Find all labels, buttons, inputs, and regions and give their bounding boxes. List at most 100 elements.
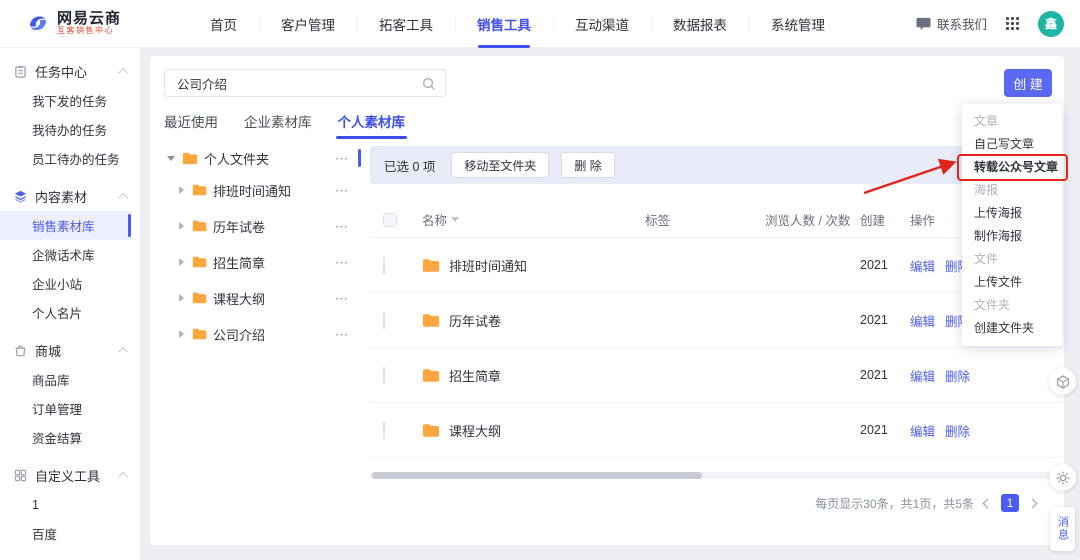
widget-cube-button[interactable]	[1049, 368, 1076, 395]
table-row[interactable]: 招生简章 2021 编辑 删除	[370, 348, 1062, 403]
user-avatar[interactable]: 鑫	[1038, 10, 1064, 37]
nav-item-home[interactable]: 首页	[188, 0, 259, 48]
tab-personal-library[interactable]: 个人素材库	[335, 111, 407, 139]
menu-item-write-article[interactable]: 自己写文章	[962, 133, 1062, 156]
apps-grid-icon[interactable]	[1005, 16, 1020, 31]
folder-icon	[182, 152, 198, 165]
chevron-up-icon	[118, 346, 129, 357]
row-checkbox[interactable]	[383, 311, 385, 329]
more-actions-icon[interactable]	[335, 152, 349, 165]
delete-button[interactable]: 删 除	[561, 152, 615, 178]
row-created: 2021	[860, 258, 888, 272]
tree-item-past-exams[interactable]: 历年试卷	[163, 208, 361, 244]
nav-item-customers[interactable]: 客户管理	[259, 0, 357, 48]
sidebar-item-fund-settlement[interactable]: 资金结算	[0, 423, 140, 452]
sidebar-item-product-library[interactable]: 商品库	[0, 365, 140, 394]
sidebar-item-company-site[interactable]: 企业小站	[0, 269, 140, 298]
row-checkbox[interactable]	[383, 421, 385, 439]
contact-us[interactable]: 联系我们	[916, 14, 987, 33]
sidebar-section-custom-tools[interactable]: 自定义工具	[0, 460, 140, 490]
edit-link[interactable]: 编辑	[910, 256, 935, 275]
caret-down-icon[interactable]	[167, 155, 175, 161]
pagination-summary: 每页显示30条，共1页，共5条	[815, 496, 974, 511]
caret-right-icon[interactable]	[179, 222, 184, 230]
folder-icon	[192, 292, 207, 304]
nav-item-channels[interactable]: 互动渠道	[553, 0, 651, 48]
tree-item-company-intro[interactable]: 公司介绍	[163, 316, 361, 352]
caret-right-icon[interactable]	[179, 294, 184, 302]
edit-link[interactable]: 编辑	[910, 421, 935, 440]
edit-link[interactable]: 编辑	[910, 311, 935, 330]
sidebar-section-mall[interactable]: 商城	[0, 335, 140, 365]
sort-icon[interactable]	[451, 217, 460, 222]
more-actions-icon[interactable]	[335, 292, 349, 305]
topbar-right: 联系我们 鑫	[916, 10, 1080, 37]
prev-page-icon[interactable]	[982, 498, 993, 508]
column-header-created: 创建	[860, 214, 886, 228]
sidebar-item-custom-1[interactable]: 1	[0, 490, 140, 519]
more-actions-icon[interactable]	[335, 220, 349, 233]
logo-icon	[26, 11, 50, 35]
section-title: 商城	[35, 343, 62, 359]
search-icon[interactable]	[422, 77, 436, 91]
settings-gear-button[interactable]	[1049, 464, 1076, 491]
menu-item-upload-file[interactable]: 上传文件	[962, 271, 1062, 294]
table-row[interactable]: 排班时间通知 2021 编辑 删除	[370, 238, 1062, 293]
table-header-row: 名称 标签 浏览人数 / 次数 创建 操作	[370, 202, 1062, 238]
message-float-button[interactable]: 消息	[1050, 507, 1075, 551]
sidebar-item-my-todo-tasks[interactable]: 我待办的任务	[0, 115, 140, 144]
nav-item-reports[interactable]: 数据报表	[651, 0, 749, 48]
chevron-up-icon	[118, 192, 129, 203]
nav-item-sales-tools[interactable]: 销售工具	[455, 0, 553, 48]
menu-group-file: 文件	[974, 252, 999, 266]
tab-enterprise-library[interactable]: 企业素材库	[244, 111, 312, 139]
sidebar-section-content-material[interactable]: 内容素材	[0, 181, 140, 211]
sidebar-item-personal-card[interactable]: 个人名片	[0, 298, 140, 327]
sidebar-item-wecom-scripts[interactable]: 企微话术库	[0, 240, 140, 269]
more-actions-icon[interactable]	[335, 184, 349, 197]
move-to-folder-button[interactable]: 移动至文件夹	[451, 152, 550, 178]
search-input[interactable]	[165, 70, 445, 96]
caret-right-icon[interactable]	[179, 186, 184, 194]
menu-item-repost-official-article[interactable]: 转载公众号文章	[957, 154, 1068, 181]
cube-icon	[1056, 374, 1069, 389]
sidebar-item-staff-todo-tasks[interactable]: 员工待办的任务	[0, 144, 140, 173]
page-number[interactable]: 1	[1001, 494, 1019, 512]
sidebar-item-baidu[interactable]: 百度	[0, 519, 140, 548]
nav-item-prospecting[interactable]: 拓客工具	[357, 0, 455, 48]
scrollbar-thumb[interactable]	[372, 472, 702, 479]
nav-item-system[interactable]: 系统管理	[749, 0, 847, 48]
section-title: 自定义工具	[35, 468, 101, 484]
sidebar-item-sales-material-library[interactable]: 销售素材库	[0, 211, 131, 240]
select-all-checkbox[interactable]	[383, 212, 397, 227]
delete-link[interactable]: 删除	[945, 366, 970, 385]
caret-right-icon[interactable]	[179, 258, 184, 266]
tree-root-personal-folder[interactable]: 个人文件夹	[163, 144, 361, 172]
caret-right-icon[interactable]	[179, 330, 184, 338]
more-actions-icon[interactable]	[335, 256, 349, 269]
folder-icon	[192, 220, 207, 232]
table-row[interactable]: 历年试卷 2021 编辑 删除	[370, 293, 1062, 348]
tree-label: 个人文件夹	[204, 151, 270, 167]
tree-item-admission-brochure[interactable]: 招生简章	[163, 244, 361, 280]
table-row[interactable]: 课程大纲 2021 编辑 删除	[370, 403, 1062, 458]
pagination: 每页显示30条，共1页，共5条 1	[815, 494, 1038, 512]
tree-item-course-outline[interactable]: 课程大纲	[163, 280, 361, 316]
row-checkbox[interactable]	[383, 256, 385, 274]
next-page-icon[interactable]	[1027, 498, 1038, 508]
sidebar-section-task-center[interactable]: 任务中心	[0, 56, 140, 86]
sidebar-item-my-issued-tasks[interactable]: 我下发的任务	[0, 86, 140, 115]
tab-recently-used[interactable]: 最近使用	[164, 111, 218, 139]
edit-link[interactable]: 编辑	[910, 366, 935, 385]
menu-item-create-folder[interactable]: 创建文件夹	[962, 317, 1062, 340]
more-actions-icon[interactable]	[335, 328, 349, 341]
create-button[interactable]: 创 建	[1004, 69, 1052, 97]
sidebar-item-order-management[interactable]: 订单管理	[0, 394, 140, 423]
row-checkbox[interactable]	[383, 366, 385, 384]
folder-icon	[192, 328, 207, 340]
column-header-name: 名称	[422, 214, 448, 228]
menu-item-make-poster[interactable]: 制作海报	[962, 225, 1062, 248]
menu-item-upload-poster[interactable]: 上传海报	[962, 202, 1062, 225]
tree-item-shift-notice[interactable]: 排班时间通知	[163, 172, 361, 208]
delete-link[interactable]: 删除	[945, 421, 970, 440]
